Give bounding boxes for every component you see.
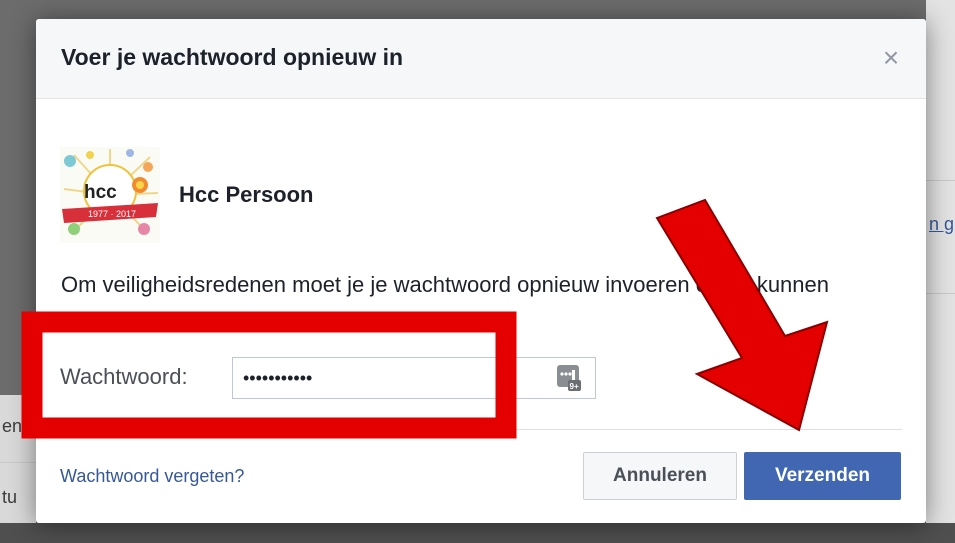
forgot-password-link[interactable]: Wachtwoord vergeten? bbox=[60, 466, 244, 487]
background-link: n g bbox=[929, 214, 955, 234]
background-text: tu bbox=[2, 487, 18, 507]
background-text: en bbox=[2, 416, 23, 436]
avatar-banner-text: 1977 · 2017 bbox=[88, 209, 136, 219]
submit-button[interactable]: Verzenden bbox=[744, 452, 901, 500]
avatar-logo-text: hcc bbox=[84, 182, 117, 203]
background-divider bbox=[926, 180, 955, 181]
password-manager-badge: 9+ bbox=[570, 382, 579, 391]
password-label: Wachtwoord: bbox=[60, 364, 188, 389]
dialog-title: Voer je wachtwoord opnieuw in bbox=[61, 44, 404, 70]
footer-divider bbox=[60, 429, 902, 430]
cancel-button[interactable]: Annuleren bbox=[583, 452, 737, 500]
background-divider bbox=[926, 293, 955, 294]
reauth-dialog: Voer je wachtwoord opnieuw in × hcc 1977… bbox=[36, 19, 926, 523]
user-name: Hcc Persoon bbox=[179, 182, 314, 207]
password-input[interactable] bbox=[232, 357, 596, 399]
avatar: hcc 1977 · 2017 bbox=[60, 147, 160, 243]
background-bottom-bar bbox=[0, 523, 955, 543]
background-right-strip bbox=[926, 0, 955, 543]
security-message: Om veiligheidsredenen moet je je wachtwo… bbox=[61, 272, 830, 333]
password-manager-icon[interactable]: 9+ bbox=[556, 364, 582, 392]
background-divider bbox=[0, 462, 36, 463]
dialog-header: Voer je wachtwoord opnieuw in × bbox=[36, 19, 926, 99]
close-icon[interactable]: × bbox=[876, 43, 906, 73]
